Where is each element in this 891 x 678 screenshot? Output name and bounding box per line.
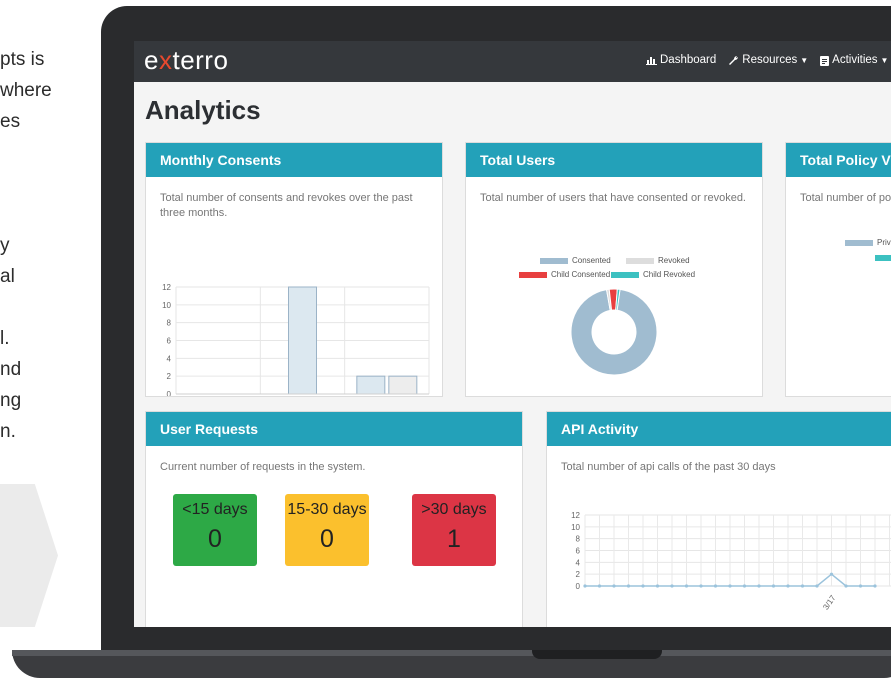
wrench-icon [729, 55, 739, 65]
text-line: ng [0, 390, 22, 411]
data-point [873, 584, 877, 588]
nav-resources-label: Resources [742, 54, 798, 66]
laptop-base-edge [12, 650, 891, 656]
data-point [641, 584, 645, 588]
bar [356, 375, 386, 395]
card-title: User Requests [146, 412, 522, 446]
y-tick-label: 12 [571, 511, 580, 520]
data-point [786, 584, 790, 588]
api-activity-chart: 0 2 4 6 8 10 12 3/17 [571, 511, 891, 612]
y-tick-label: 6 [167, 337, 172, 346]
nav-resources[interactable]: Resources ▼ [728, 54, 808, 66]
data-point [670, 584, 674, 588]
total-policy-card: Total Policy Vi Total number of po Priv [785, 142, 891, 397]
y-tick-label: 2 [576, 570, 581, 579]
card-description: Total number of po [800, 192, 891, 204]
data-point [626, 584, 631, 588]
nav-menu: Dashboard Resources ▼ Activities ▼ [646, 54, 888, 66]
exterro-logo[interactable]: exterro [144, 45, 228, 76]
monthly-consents-card: Monthly Consents Total number of consent… [145, 142, 443, 397]
clipboard-icon [820, 55, 830, 66]
x-tick-label: 3/17 [821, 593, 838, 611]
request-label: <15 days [182, 501, 248, 518]
text-line: pts is [0, 49, 45, 70]
caret-down-icon: ▼ [800, 55, 809, 65]
chart-icon [646, 56, 657, 65]
request-count: 1 [447, 525, 461, 553]
y-tick-label: 6 [576, 547, 581, 556]
y-tick-label: 10 [162, 301, 171, 310]
request-box-over-30[interactable]: >30 days 1 [412, 494, 496, 566]
monthly-consents-chart: 024681012FebruaryMarchApril [162, 283, 430, 396]
total-users-card: Total Users Total number of users that h… [465, 142, 763, 397]
data-point [815, 584, 819, 588]
text-line: where [0, 80, 52, 101]
y-tick-label: 12 [162, 283, 171, 292]
legend-item [875, 253, 891, 262]
data-point [583, 584, 587, 588]
user-requests-card: User Requests Current number of requests… [145, 411, 523, 627]
y-tick-label: 0 [167, 390, 172, 396]
api-activity-card: API Activity Total number of api calls o… [546, 411, 891, 627]
text-line: n. [0, 421, 16, 442]
data-point [655, 584, 660, 588]
request-box-15-30[interactable]: 15-30 days 0 [285, 494, 369, 566]
data-point [757, 584, 761, 588]
text-line: es [0, 111, 21, 132]
total-users-donut-chart [570, 288, 658, 376]
nav-activities[interactable]: Activities ▼ [820, 54, 888, 66]
navbar: exterro Dashboard Resources ▼ Activities… [134, 41, 891, 82]
request-label: 15-30 days [287, 501, 367, 518]
request-box-under-15[interactable]: <15 days 0 [173, 494, 257, 566]
chevron-decoration [0, 484, 58, 627]
y-tick-label: 4 [167, 354, 172, 363]
data-point [728, 584, 732, 588]
data-point [713, 584, 718, 588]
nav-dashboard[interactable]: Dashboard [646, 54, 716, 66]
data-point [597, 584, 602, 588]
text-line: al [0, 266, 15, 287]
y-tick-label: 8 [576, 535, 581, 544]
data-point [742, 584, 747, 588]
request-count: 0 [208, 525, 222, 553]
y-tick-label: 4 [576, 558, 581, 567]
bar [388, 375, 418, 395]
text-line: nd [0, 359, 22, 380]
text-line: l. [0, 328, 10, 349]
request-label: >30 days [421, 501, 487, 518]
laptop-notch [532, 650, 662, 659]
bar [288, 286, 317, 395]
nav-dashboard-label: Dashboard [660, 54, 717, 66]
data-point [829, 572, 834, 576]
y-tick-label: 0 [576, 582, 581, 591]
request-count: 0 [320, 525, 334, 553]
text-line: y [0, 235, 10, 256]
y-tick-label: 2 [167, 372, 172, 381]
card-title: Total Policy Vi [786, 143, 891, 177]
y-tick-label: 10 [571, 523, 580, 532]
data-point [699, 584, 703, 588]
data-point [684, 584, 689, 588]
data-point [858, 584, 863, 588]
card-description: Current number of requests in the system… [160, 461, 366, 473]
data-point [771, 584, 776, 588]
legend-item: Priv [845, 238, 891, 247]
nav-activities-label: Activities [832, 54, 878, 66]
app-screen: exterro Dashboard Resources ▼ Activities… [134, 41, 891, 627]
page-title: Analytics [145, 95, 261, 125]
data-point [612, 584, 616, 588]
y-tick-label: 8 [167, 319, 172, 328]
data-point [800, 584, 805, 588]
caret-down-icon: ▼ [880, 55, 889, 65]
data-point [844, 584, 848, 588]
